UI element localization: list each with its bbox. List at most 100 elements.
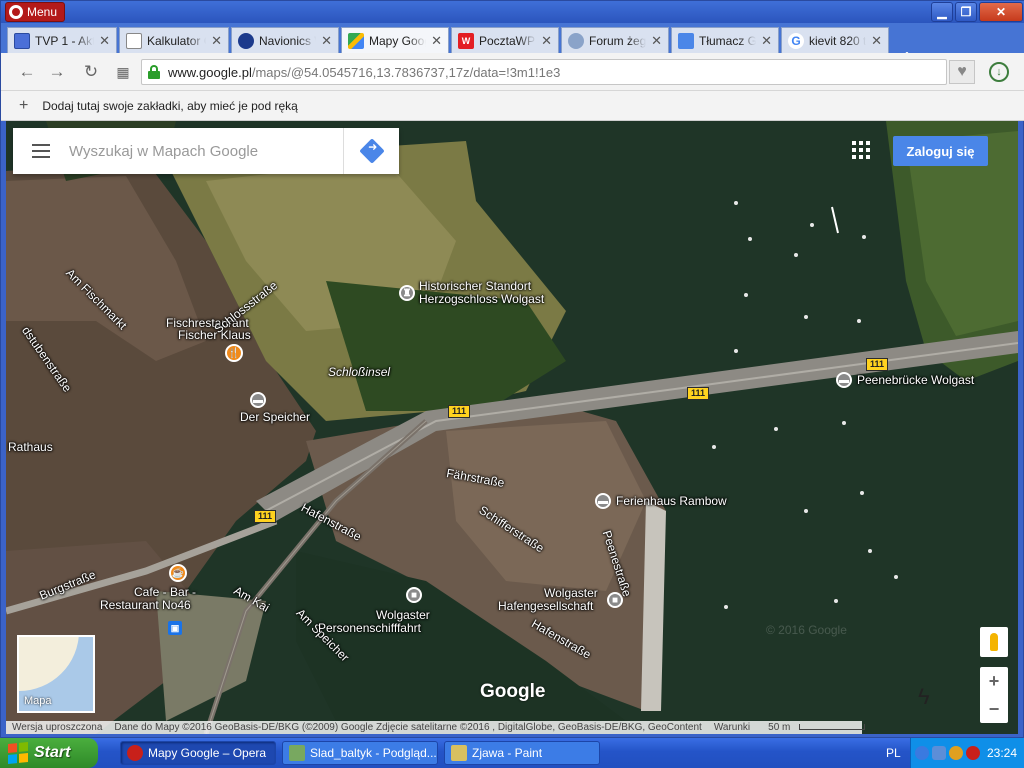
forum-icon [568,32,584,49]
road-111-shield: 111 [866,358,889,371]
taskbar: Start Mapy Google – Opera Slad_baltyk - … [0,738,1024,768]
opera-menu-button[interactable]: Menu [5,2,65,22]
map-viewport[interactable]: Wyszukaj w Mapach Google Zaloguj się ♜ 🍴… [6,121,1018,734]
satellite-imagery [6,121,1018,734]
cafe-poi-icon[interactable]: ☕ [169,564,187,582]
map-label-der-speicher: Der Speicher [240,410,311,424]
close-tab-icon[interactable]: ✕ [431,33,442,49]
system-tray: 23:24 [910,738,1024,768]
navigation-bar: ← → ↻ ▦ www.google.pl/maps/@54.0545716,1… [1,53,1024,91]
tab-navionics[interactable]: Navionics W ✕ [231,27,339,53]
navionics-icon [238,32,254,49]
forward-arrow-icon[interactable]: → [47,62,67,82]
tab-label: PocztaWP - [479,33,537,48]
directions-button[interactable] [343,128,399,174]
language-indicator[interactable]: PL [886,746,901,760]
taskbar-item-opera[interactable]: Mapy Google – Opera [120,741,276,765]
tab-tvp[interactable]: TVP 1 - Aktu ✕ [7,27,117,53]
restaurant-poi-icon[interactable]: 🍴 [225,344,243,362]
terms-link[interactable]: Warunki [708,722,756,733]
bridge-poi-icon[interactable]: ▬ [836,372,852,388]
taskbar-item-image-viewer[interactable]: Slad_baltyk - Podgląd... [282,741,438,765]
url-text: www.google.pl/maps/@54.0545716,13.783673… [168,64,561,80]
close-tab-icon[interactable]: ✕ [651,33,662,49]
apps-grid-icon[interactable] [852,141,870,159]
street-view-pegman-icon[interactable] [980,627,1008,657]
minimize-button[interactable]: ▁ [931,2,953,22]
close-tab-icon[interactable]: ✕ [99,33,110,49]
map-type-switcher[interactable]: Mapa [17,635,95,713]
map-label-hafengesellschaft: Hafengesellschaft [498,599,594,613]
task-label: Slad_baltyk - Podgląd... [310,746,437,760]
road-111-shield: 111 [687,387,710,400]
page-icon [126,32,142,49]
map-label-fischer-klaus: Fischer Klaus [178,328,251,342]
map-footer: Wersja uproszczona Dane do Mapy ©2016 Ge… [6,721,866,734]
taskbar-item-paint[interactable]: Zjawa - Paint [444,741,600,765]
close-tab-icon[interactable]: ✕ [541,33,552,49]
tab-kievit[interactable]: G kievit 820 t ✕ [781,27,889,53]
castle-poi-icon[interactable]: ♜ [399,285,415,301]
back-arrow-icon[interactable]: ← [17,62,37,82]
opera-icon [127,745,143,761]
zoom-out-button[interactable]: − [989,699,1000,720]
map-label-peenebrucke: Peenebrücke Wolgast [857,373,975,387]
tab-label: Mapy Googl [369,33,426,48]
window-controls: ▁ ❐ ✕ [931,2,1023,22]
zoom-in-button[interactable]: + [989,671,1000,692]
ferry-poi-icon[interactable]: ■ [406,587,422,603]
tab-mapy-google[interactable]: Mapy Googl ✕ [341,27,449,53]
download-icon[interactable]: ↓ [989,62,1009,82]
tab-kalkulator[interactable]: Kalkulator G ✕ [119,27,229,53]
tab-label: Tłumacz Go [699,33,757,48]
tab-label: Forum żegl [589,33,647,48]
map-label-ferienhaus: Ferienhaus Rambow [616,494,727,508]
tray-arrow-icon[interactable] [915,746,929,760]
map-label-personenschifffahrt: Personenschifffahrt [318,621,421,635]
tab-label: TVP 1 - Aktu [35,33,94,48]
start-button[interactable]: Start [0,738,98,768]
tvp-icon [14,32,30,49]
hamburger-menu-icon[interactable] [13,128,69,174]
speed-dial-icon[interactable]: ▦ [113,62,133,82]
hotel-poi-icon[interactable]: ▬ [250,392,266,408]
close-button[interactable]: ✕ [979,2,1023,22]
close-tab-icon[interactable]: ✕ [761,33,772,49]
address-bar[interactable]: www.google.pl/maps/@54.0545716,13.783673… [141,59,947,85]
map-search-box: Wyszukaj w Mapach Google [13,128,399,174]
windows-flag-icon [8,741,28,765]
task-label: Zjawa - Paint [472,746,543,760]
zoom-controls: + − [980,667,1008,723]
bookmark-heart-icon[interactable]: ♥ [949,60,975,84]
map-label-schlossinsel: Schloßinsel [328,365,391,379]
tab-forum[interactable]: Forum żegl ✕ [561,27,669,53]
tab-poczta-wp[interactable]: W PocztaWP - ✕ [451,27,559,53]
add-bookmark-icon[interactable]: + [19,97,28,115]
start-label: Start [34,744,71,761]
map-label-herzogschloss: Herzogschloss Wolgast [419,292,545,306]
network-icon[interactable] [932,746,946,760]
bus-stop-icon[interactable]: ▣ [168,621,182,635]
reload-icon[interactable]: ↻ [81,62,101,82]
search-input[interactable]: Wyszukaj w Mapach Google [69,143,343,160]
maximize-button[interactable]: ❐ [955,2,977,22]
attribution-text: Dane do Mapy ©2016 GeoBasis-DE/BKG (©200… [114,722,702,733]
sign-in-button[interactable]: Zaloguj się [893,136,988,166]
map-watermark: © 2016 Google [766,623,847,637]
hotel-poi-icon[interactable]: ▬ [595,493,611,509]
tray-app-icon[interactable] [949,746,963,760]
road-111-shield: 111 [448,405,471,418]
tab-label: Navionics W [259,33,316,48]
simplified-version-link[interactable]: Wersja uproszczona [6,722,108,733]
close-tab-icon[interactable]: ✕ [211,33,222,49]
menu-label: Menu [27,5,58,19]
tab-tlumacz[interactable]: Tłumacz Go ✕ [671,27,779,53]
tab-label: kievit 820 t [809,33,867,48]
close-tab-icon[interactable]: ✕ [321,33,332,49]
map-label-rathaus: Rathaus [8,440,53,454]
opera-tray-icon[interactable] [966,746,980,760]
lightning-icon[interactable]: ϟ [918,684,930,710]
title-bar: Menu ▁ ❐ ✕ [1,1,1024,23]
paint-icon [451,745,467,761]
close-tab-icon[interactable]: ✕ [871,33,882,49]
